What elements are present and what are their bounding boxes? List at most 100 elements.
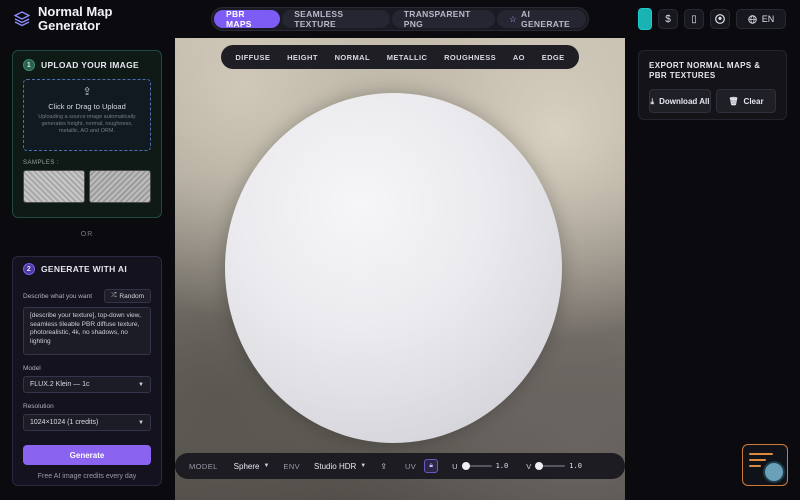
clear-button[interactable]: 🗑︎ Clear [715, 89, 776, 113]
generate-title: GENERATE WITH AI [41, 264, 128, 274]
u-slider[interactable] [461, 462, 492, 470]
prompt-textarea[interactable]: [describe your texture], top-down view, … [23, 307, 151, 355]
language-value: EN [761, 14, 775, 24]
chevron-down-icon: ▼ [263, 463, 270, 469]
step-badge: 1 [23, 59, 35, 71]
tab-label: PBR MAPS [226, 9, 252, 29]
env-select[interactable]: Studio HDR ▼ [314, 462, 366, 471]
theme-toggle[interactable] [638, 8, 652, 30]
github-button[interactable] [710, 9, 730, 29]
describe-label: Describe what you want [23, 292, 93, 300]
channel-tab-height[interactable]: HEIGHT [287, 53, 318, 62]
github-icon [715, 14, 725, 24]
or-divider: OR [80, 231, 94, 238]
env-label: ENV [283, 461, 301, 471]
export-card: EXPORT NORMAL MAPS & PBR TEXTURES ⤓ Down… [638, 50, 787, 120]
v-slider-group: V 1.0 [526, 462, 582, 471]
export-actions: ⤓ Download All 🗑︎ Clear [649, 89, 776, 113]
resolution-label: Resolution [23, 403, 54, 410]
generate-card-title: 2 GENERATE WITH AI [13, 257, 161, 279]
sample-thumbnail[interactable] [23, 170, 85, 203]
random-button[interactable]: ⤮ Random [104, 289, 151, 303]
model-shape-select[interactable]: Sphere ▼ [234, 462, 270, 471]
chat-line [749, 453, 773, 455]
header: Normal Map Generator PBR MAPS SEAMLESS T… [0, 0, 800, 38]
language-select[interactable]: EN [736, 9, 786, 29]
layers-icon [14, 11, 30, 27]
dropzone-title: Click or Drag to Upload [48, 102, 126, 111]
trash-icon: 🗑︎ [728, 96, 739, 106]
pricing-button[interactable]: $ [658, 9, 678, 29]
resolution-value: 1024×1024 (1 credits) [30, 419, 99, 426]
clear-label: Clear [743, 96, 764, 106]
v-label: V [526, 461, 532, 471]
upload-title: UPLOAD YOUR IMAGE [41, 60, 139, 70]
channel-tab-normal[interactable]: NORMAL [335, 53, 370, 62]
shuffle-icon: ⤮ [111, 292, 117, 299]
model-value: FLUX.2 Klein — 1c [30, 381, 90, 388]
u-value: 1.0 [495, 462, 509, 470]
slider-knob[interactable] [461, 462, 470, 470]
upload-hdr-icon[interactable]: ⇪ [380, 462, 387, 471]
generate-button[interactable]: Generate [23, 445, 151, 465]
logo[interactable]: Normal Map Generator [14, 5, 128, 33]
model-shape-value: Sphere [233, 461, 260, 471]
lock-icon[interactable]: 🔒︎ [424, 459, 439, 473]
upload-dropzone[interactable]: ⇪ Click or Drag to Upload Uploading a so… [23, 79, 151, 151]
header-actions: $ ▯ EN [638, 8, 786, 30]
upload-card: 1 UPLOAD YOUR IMAGE ⇪ Click or Drag to U… [12, 50, 162, 218]
tab-pbr-maps[interactable]: PBR MAPS [214, 9, 281, 29]
sample-thumbnail[interactable] [89, 170, 151, 203]
globe-icon [748, 14, 757, 24]
chevron-down-icon: ▼ [360, 463, 367, 469]
channel-tabs: DIFFUSE HEIGHT NORMAL METALLIC ROUGHNESS… [221, 45, 579, 69]
chevron-down-icon: ▼ [138, 381, 144, 388]
app-title: Normal Map Generator [38, 4, 113, 33]
download-icon: ⤓ [650, 96, 655, 106]
export-title: EXPORT NORMAL MAPS & PBR TEXTURES [649, 61, 761, 80]
star-icon: ☆ [509, 13, 518, 24]
tab-transparent-png[interactable]: TRANSPARENT PNG [391, 9, 496, 29]
chat-bubble-icon [763, 461, 785, 483]
feedback-widget[interactable] [742, 444, 788, 486]
app-button[interactable]: ▯ [684, 9, 704, 29]
tab-label: TRANSPARENT PNG [403, 9, 471, 29]
mode-tabs: PBR MAPS SEAMLESS TEXTURE TRANSPARENT PN… [211, 7, 589, 31]
v-slider[interactable] [535, 462, 566, 470]
chat-line [749, 459, 766, 461]
slider-knob[interactable] [535, 462, 544, 470]
resolution-select[interactable]: 1024×1024 (1 credits) ▼ [23, 414, 151, 431]
model-select[interactable]: FLUX.2 Klein — 1c ▼ [23, 376, 151, 393]
channel-tab-diffuse[interactable]: DIFFUSE [235, 53, 270, 62]
tab-label: AI GENERATE [521, 9, 571, 29]
u-slider-group: U 1.0 [452, 462, 508, 471]
env-value: Studio HDR [314, 461, 357, 471]
model-label: Model [23, 365, 41, 372]
random-label: Random [119, 292, 144, 300]
credits-note: Free AI image credits every day [37, 473, 137, 480]
preview-viewport[interactable]: DIFFUSE HEIGHT NORMAL METALLIC ROUGHNESS… [175, 38, 625, 500]
channel-tab-ao[interactable]: AO [513, 53, 525, 62]
channel-tab-edge[interactable]: EDGE [542, 53, 565, 62]
describe-row: Describe what you want ⤮ Random [23, 289, 151, 303]
model-label: MODEL [189, 461, 218, 471]
uv-label: UV [404, 461, 417, 471]
dropzone-description: Uploading a source image automatically g… [38, 114, 136, 134]
upload-card-title: 1 UPLOAD YOUR IMAGE [13, 51, 161, 79]
step-badge: 2 [23, 263, 35, 275]
upload-hint: Upload an image first [357, 264, 443, 274]
channel-tab-roughness[interactable]: ROUGHNESS [444, 53, 496, 62]
dollar-icon: $ [665, 13, 671, 25]
tab-seamless-texture[interactable]: SEAMLESS TEXTURE [282, 9, 390, 29]
tab-ai-generate[interactable]: ☆ AI GENERATE [497, 9, 586, 29]
channel-tab-metallic[interactable]: METALLIC [387, 53, 428, 62]
tablet-icon: ▯ [691, 13, 697, 25]
chat-line [749, 465, 761, 467]
tab-label: SEAMLESS TEXTURE [294, 9, 344, 29]
u-label: U [452, 461, 458, 471]
v-value: 1.0 [569, 462, 582, 470]
download-label: Download All [659, 96, 710, 106]
chevron-down-icon: ▼ [138, 419, 144, 426]
samples-label: SAMPLES : [23, 160, 60, 166]
download-all-button[interactable]: ⤓ Download All [649, 89, 711, 113]
